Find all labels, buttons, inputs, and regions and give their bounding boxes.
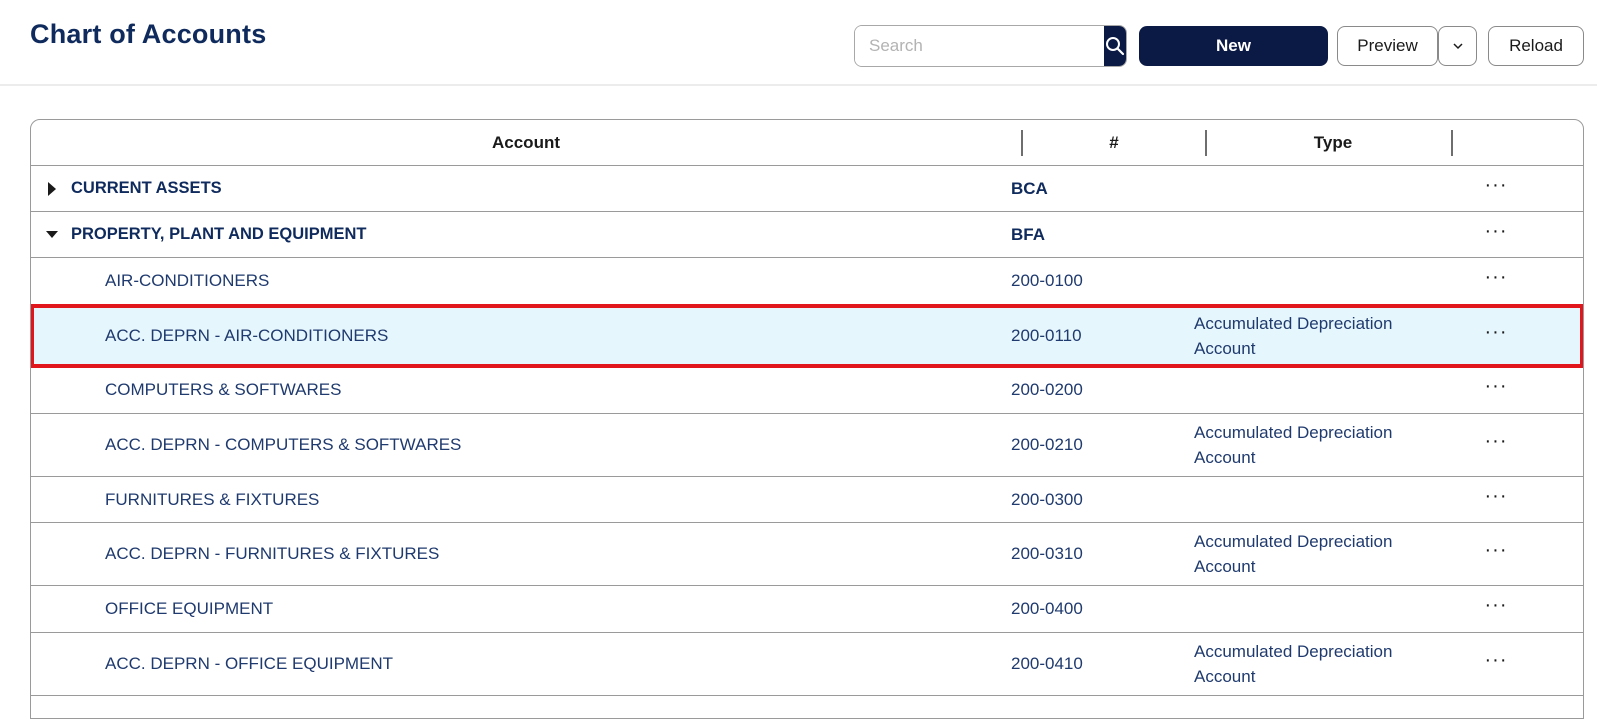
search-input[interactable] [855,26,1104,66]
table-row[interactable]: FURNITURES & FIXTURES 200-0300 ··· [31,477,1583,523]
account-number: BCA [1011,178,1048,198]
column-resizer[interactable] [1451,130,1453,156]
account-name[interactable]: ACC. DEPRN - OFFICE EQUIPMENT [105,633,393,695]
more-options-icon[interactable]: ··· [1475,431,1518,451]
column-header-type[interactable]: Type [1207,120,1459,165]
row-actions: ··· [1441,367,1551,413]
row-actions: ··· [1441,166,1551,211]
caret-down-icon [46,230,58,238]
table-body: CURRENT ASSETS BCA ··· PROPERTY, PLANT AND … [31,166,1583,696]
account-number: 200-0300 [1011,489,1083,509]
table-row[interactable]: AIR-CONDITIONERS 200-0100 ··· [31,258,1583,305]
row-actions: ··· [1441,212,1551,257]
account-name[interactable]: ACC. DEPRN - AIR-CONDITIONERS [105,305,388,366]
table-group-row[interactable]: CURRENT ASSETS BCA ··· [31,166,1583,212]
row-actions: ··· [1441,305,1551,366]
account-name[interactable]: ACC. DEPRN - COMPUTERS & SOFTWARES [105,414,461,476]
collapse-toggle[interactable] [41,212,63,257]
search-icon [1106,37,1125,56]
row-actions: ··· [1441,414,1551,476]
table-row[interactable]: ACC. DEPRN - AIR-CONDITIONERS 200-0110 Acc… [31,304,1583,368]
account-name[interactable]: COMPUTERS & SOFTWARES [105,367,341,413]
table-row[interactable]: ACC. DEPRN - FURNITURES & FIXTURES 200-03… [31,523,1583,586]
account-name[interactable]: PROPERTY, PLANT AND EQUIPMENT [71,212,367,257]
chevron-down-icon [1452,43,1463,50]
expand-toggle[interactable] [41,166,63,211]
account-number: 200-0210 [1011,435,1083,454]
account-number: 200-0200 [1011,380,1083,399]
account-type [1194,477,1444,522]
new-button[interactable]: New [1139,26,1328,66]
column-header-account[interactable]: Account [31,120,1021,165]
table-header: Account # Type [31,120,1583,166]
account-number: 200-0310 [1011,544,1083,563]
page-header: Chart of Accounts New Preview Reload [0,0,1597,86]
account-number: 200-0100 [1011,271,1083,290]
account-type: Accumulated Depreciation Account [1194,642,1393,686]
more-options-icon[interactable]: ··· [1475,376,1518,396]
preview-dropdown-button[interactable] [1438,26,1477,66]
account-number: BFA [1011,224,1045,244]
account-type: Accumulated Depreciation Account [1194,423,1393,467]
row-actions: ··· [1441,477,1551,522]
table-row[interactable]: COMPUTERS & SOFTWARES 200-0200 ··· [31,367,1583,414]
table-group-row[interactable]: PROPERTY, PLANT AND EQUIPMENT BFA ··· [31,212,1583,258]
account-name[interactable]: FURNITURES & FIXTURES [105,477,319,522]
more-options-icon[interactable]: ··· [1475,221,1518,241]
table-row[interactable]: ACC. DEPRN - OFFICE EQUIPMENT 200-0410 Acc… [31,633,1583,696]
more-options-icon[interactable]: ··· [1475,322,1518,342]
row-actions: ··· [1441,633,1551,695]
account-number: 200-0110 [1011,325,1082,345]
more-options-icon[interactable]: ··· [1475,650,1518,670]
more-options-icon[interactable]: ··· [1475,267,1518,287]
account-type [1194,367,1444,413]
row-actions: ··· [1441,523,1551,585]
account-name[interactable]: ACC. DEPRN - FURNITURES & FIXTURES [105,523,439,585]
account-number: 200-0410 [1011,654,1083,673]
more-options-icon[interactable]: ··· [1475,540,1518,560]
more-options-icon[interactable]: ··· [1475,175,1518,195]
account-name[interactable]: OFFICE EQUIPMENT [105,586,273,632]
account-type [1194,166,1444,211]
preview-button[interactable]: Preview [1337,26,1438,66]
table-row[interactable]: OFFICE EQUIPMENT 200-0400 ··· [31,586,1583,633]
account-type [1194,212,1444,257]
account-type: Accumulated Depreciation Account [1194,313,1393,358]
account-name[interactable]: CURRENT ASSETS [71,166,222,211]
more-options-icon[interactable]: ··· [1475,595,1518,615]
caret-right-icon [48,181,56,196]
row-actions: ··· [1441,258,1551,304]
reload-button[interactable]: Reload [1488,26,1584,66]
search-button[interactable] [1104,26,1126,66]
row-actions: ··· [1441,586,1551,632]
account-type [1194,586,1444,632]
table-row[interactable]: ACC. DEPRN - COMPUTERS & SOFTWARES 200-02… [31,414,1583,477]
account-type: Accumulated Depreciation Account [1194,532,1393,576]
more-options-icon[interactable]: ··· [1475,486,1518,506]
column-header-number[interactable]: # [1021,120,1207,165]
account-type [1194,258,1444,304]
page-title: Chart of Accounts [30,19,267,49]
accounts-table: Account # Type CURRENT ASSETS BCA ··· PROPE… [30,119,1584,719]
search-box [854,25,1127,67]
account-name[interactable]: AIR-CONDITIONERS [105,258,269,304]
account-number: 200-0400 [1011,599,1083,618]
